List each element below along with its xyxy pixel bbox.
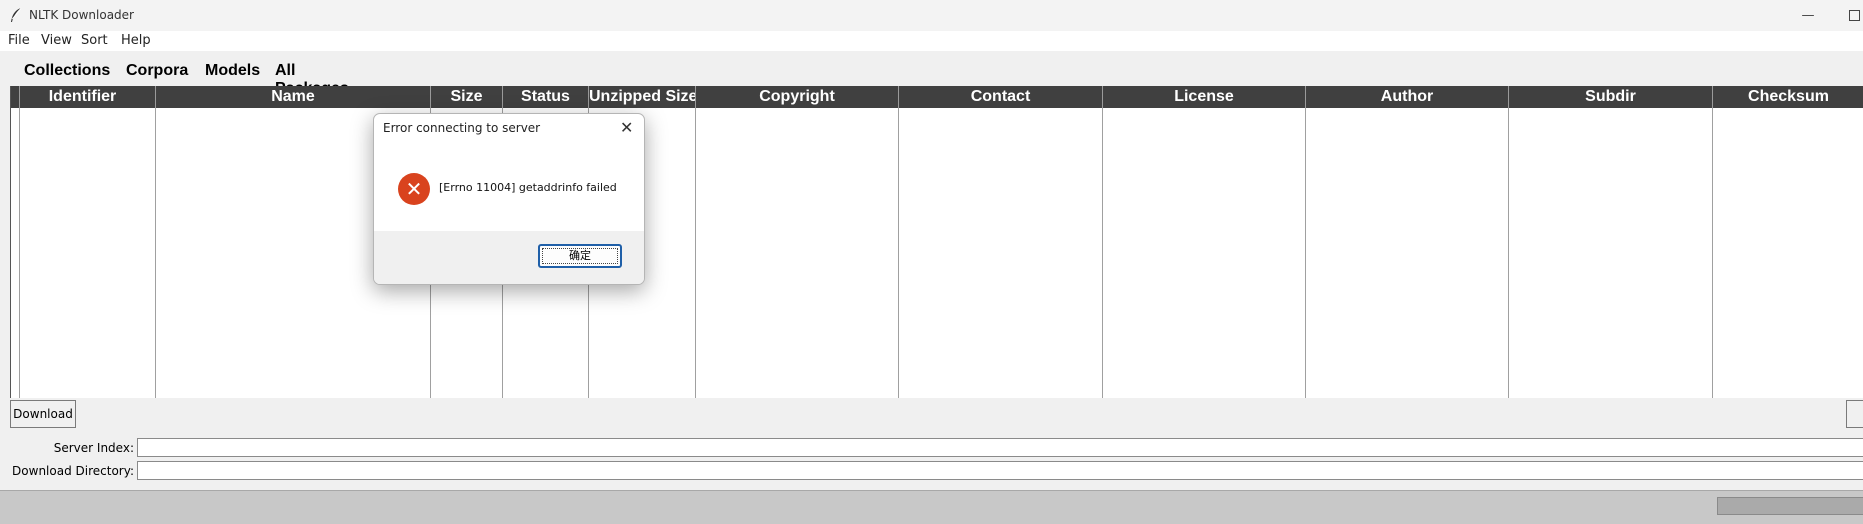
tab-models[interactable]: Models xyxy=(205,62,260,80)
menu-help[interactable]: Help xyxy=(121,33,151,48)
close-icon[interactable]: ✕ xyxy=(620,118,633,137)
error-icon: ✕ xyxy=(398,173,430,205)
column-divider xyxy=(898,108,899,398)
column-divider xyxy=(695,108,696,398)
server-index-label: Server Index: xyxy=(53,441,134,455)
maximize-icon xyxy=(1848,10,1860,21)
column-divider xyxy=(1102,108,1103,398)
column-header-contact[interactable]: Contact xyxy=(898,86,1102,108)
column-divider xyxy=(1508,108,1509,398)
column-header-size[interactable]: Size xyxy=(430,86,502,108)
column-header-license[interactable]: License xyxy=(1102,86,1305,108)
focus-ring xyxy=(542,248,618,264)
column-header-identifier[interactable]: Identifier xyxy=(19,86,145,108)
progress-bar xyxy=(1717,497,1863,515)
column-header-unzipped-size[interactable]: Unzipped Size xyxy=(588,86,695,108)
column-header-author[interactable]: Author xyxy=(1305,86,1508,108)
menu-view[interactable]: View xyxy=(41,33,72,48)
dialog-title: Error connecting to server xyxy=(383,121,541,135)
column-divider xyxy=(1305,108,1306,398)
minimize-icon: — xyxy=(1801,8,1815,23)
column-header-checksum[interactable]: Checksum xyxy=(1712,86,1863,108)
column-divider xyxy=(155,108,156,398)
ok-button[interactable]: 确定 xyxy=(538,244,622,268)
maximize-button[interactable] xyxy=(1831,0,1863,31)
window-title: NLTK Downloader xyxy=(29,8,134,22)
menu-sort[interactable]: Sort xyxy=(81,33,108,48)
status-bar xyxy=(0,490,1863,524)
packages-table[interactable]: Identifier Name Size Status Unzipped Siz… xyxy=(10,86,1863,398)
minimize-button[interactable]: — xyxy=(1785,0,1831,31)
title-bar: NLTK Downloader — xyxy=(0,0,1863,31)
download-directory-input[interactable] xyxy=(137,461,1863,480)
tab-collections[interactable]: Collections xyxy=(24,62,110,80)
column-divider xyxy=(19,108,20,398)
table-header: Identifier Name Size Status Unzipped Siz… xyxy=(11,86,1863,108)
column-header-subdir[interactable]: Subdir xyxy=(1508,86,1712,108)
refresh-button[interactable] xyxy=(1846,400,1863,428)
error-dialog: Error connecting to server ✕ ✕ [Errno 11… xyxy=(373,113,645,285)
feather-icon xyxy=(11,7,22,22)
tab-corpora[interactable]: Corpora xyxy=(126,62,188,80)
download-button[interactable]: Download xyxy=(10,400,76,428)
column-header-copyright[interactable]: Copyright xyxy=(695,86,898,108)
download-directory-label: Download Directory: xyxy=(12,464,134,478)
server-index-input[interactable] xyxy=(137,438,1863,457)
menu-bar: File View Sort Help xyxy=(0,31,1863,51)
error-message: [Errno 11004] getaddrinfo failed xyxy=(439,181,617,194)
column-divider xyxy=(1712,108,1713,398)
column-header-name[interactable]: Name xyxy=(155,86,430,108)
menu-file[interactable]: File xyxy=(8,33,30,48)
column-header-status[interactable]: Status xyxy=(502,86,588,108)
